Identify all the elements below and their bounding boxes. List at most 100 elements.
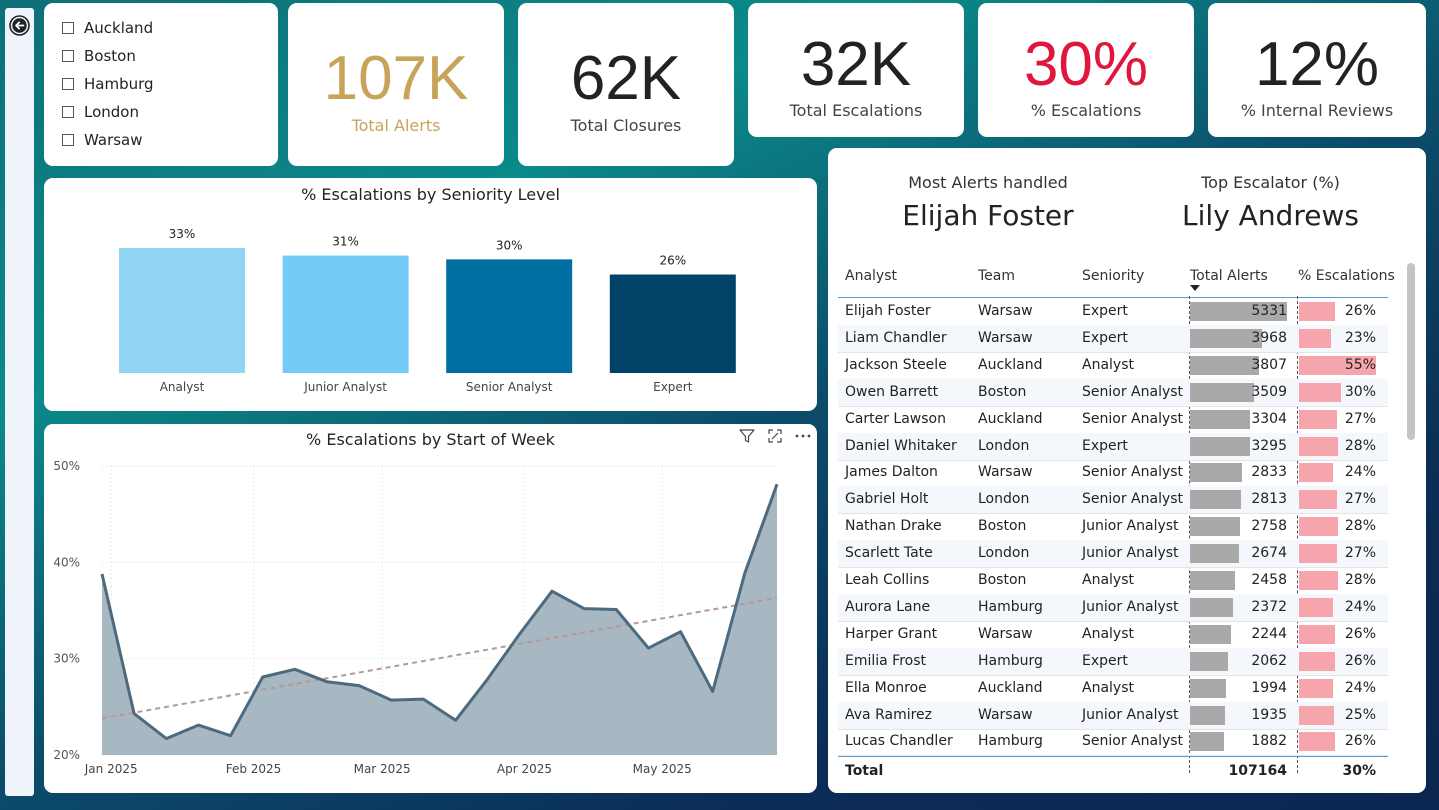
table-row[interactable]: Harper Grant Warsaw Analyst 2244 26% — [838, 621, 1388, 649]
top-escalator-value: Lily Andrews — [1182, 199, 1359, 232]
left-nav-bar — [5, 8, 34, 796]
checkbox[interactable] — [62, 22, 74, 34]
cell-pct-escalations: 26% — [1344, 733, 1376, 750]
table-row[interactable]: Elijah Foster Warsaw Expert 5331 26% — [838, 298, 1388, 326]
cell-analyst: Nathan Drake — [845, 518, 942, 535]
cell-pct-escalations: 26% — [1344, 652, 1376, 669]
table-row[interactable]: Leah Collins Boston Analyst 2458 28% — [838, 567, 1388, 595]
alerts-databar — [1190, 490, 1242, 510]
table-row[interactable]: Ella Monroe Auckland Analyst 1994 24% — [838, 675, 1388, 703]
checkbox[interactable] — [62, 134, 74, 146]
cell-pct-escalations: 26% — [1344, 303, 1376, 319]
cell-total-alerts: 2244 — [1251, 625, 1287, 642]
header-seniority[interactable]: Seniority — [1082, 268, 1144, 284]
cell-pct-escalations: 24% — [1344, 679, 1376, 696]
kpi-label: % Escalations — [1030, 101, 1142, 120]
cell-total-alerts: 2833 — [1251, 464, 1287, 481]
cell-analyst: Scarlett Tate — [845, 545, 933, 562]
alerts-databar — [1190, 651, 1228, 671]
cell-pct-escalations: 28% — [1344, 437, 1376, 454]
kpi-label: % Internal Reviews — [1240, 101, 1394, 120]
y-tick-label: 20% — [53, 748, 80, 762]
cell-team: Hamburg — [978, 598, 1043, 615]
bar-analyst[interactable] — [119, 248, 245, 373]
table-row[interactable]: Aurora Lane Hamburg Junior Analyst 2372 24% — [838, 593, 1388, 622]
slicer-item-auckland[interactable]: Auckland — [62, 18, 153, 38]
category-label: Senior Analyst — [466, 380, 553, 394]
cell-team: Boston — [978, 572, 1027, 588]
header-pct-escalations[interactable]: % Escalations — [1298, 268, 1395, 284]
table-row[interactable]: Lucas Chandler Hamburg Senior Analyst 1882 2… — [838, 728, 1388, 757]
kpi-total-alerts: 107K Total Alerts — [288, 3, 504, 166]
kpi-total-escalations: 32K Total Escalations — [748, 3, 964, 137]
table-scrollbar[interactable] — [1407, 263, 1415, 440]
cell-analyst: Emilia Frost — [845, 652, 927, 669]
slicer-item-warsaw[interactable]: Warsaw — [62, 130, 143, 150]
kpi-value: 32K — [800, 30, 912, 99]
alerts-databar — [1190, 355, 1260, 375]
cell-analyst: Lucas Chandler — [845, 733, 953, 750]
cell-analyst: Carter Lawson — [845, 410, 946, 427]
cell-team: Auckland — [978, 679, 1043, 696]
escalation-databar — [1299, 517, 1339, 537]
checkbox[interactable] — [62, 78, 74, 90]
table-row[interactable]: Carter Lawson Auckland Senior Analyst 3304 2… — [838, 406, 1388, 434]
cell-seniority: Junior Analyst — [1082, 545, 1179, 562]
kpi-total-closures: 62K Total Closures — [518, 3, 734, 166]
table-row[interactable]: Liam Chandler Warsaw Expert 3968 23% — [838, 324, 1388, 353]
table-row[interactable]: Owen Barrett Boston Senior Analyst 3509 30% — [838, 378, 1388, 407]
escalation-databar — [1299, 678, 1333, 698]
x-tick-label: Feb 2025 — [226, 762, 282, 776]
alerts-databar — [1190, 624, 1231, 644]
header-team[interactable]: Team — [978, 268, 1015, 284]
table-row[interactable]: Emilia Frost Hamburg Expert 2062 26% — [838, 647, 1388, 676]
slicer-item-hamburg[interactable]: Hamburg — [62, 74, 154, 94]
kpi-value: 12% — [1254, 30, 1380, 99]
cell-analyst: Ava Ramirez — [845, 706, 933, 723]
escalation-databar — [1299, 409, 1337, 429]
cell-team: Auckland — [978, 356, 1043, 373]
cell-total-alerts: 3968 — [1251, 329, 1287, 346]
total-label: Total — [845, 763, 884, 779]
slicer-item-label: London — [84, 103, 139, 121]
bar-junior-analyst[interactable] — [282, 255, 409, 373]
table-row[interactable]: Scarlett Tate London Junior Analyst 2674 27% — [838, 540, 1388, 569]
cell-total-alerts: 3509 — [1251, 383, 1287, 400]
seniority-bar-chart: % Escalations by Seniority Level 33% Anal… — [44, 178, 817, 411]
table-row[interactable]: Ava Ramirez Warsaw Junior Analyst 1935 25% — [838, 701, 1388, 730]
data-label: 33% — [169, 227, 196, 241]
table-row[interactable]: Gabriel Holt London Senior Analyst 2813 27% — [838, 486, 1388, 515]
bar-expert[interactable] — [609, 274, 736, 373]
header-total-alerts[interactable]: Total Alerts — [1190, 268, 1268, 284]
slicer-item-boston[interactable]: Boston — [62, 46, 136, 66]
kpi-pct-internal-reviews: 12% % Internal Reviews — [1208, 3, 1426, 137]
table-row[interactable]: James Dalton Warsaw Senior Analyst 2833 24% — [838, 459, 1388, 488]
cell-seniority: Expert — [1082, 437, 1128, 454]
escalation-databar — [1299, 732, 1336, 752]
alerts-databar — [1190, 678, 1227, 698]
table-row[interactable]: Jackson Steele Auckland Analyst 3807 55% — [838, 352, 1388, 380]
cell-analyst: Leah Collins — [845, 572, 930, 588]
header-analyst[interactable]: Analyst — [845, 268, 897, 284]
slicer-item-label: Hamburg — [84, 75, 154, 93]
bar-senior-analyst[interactable] — [446, 259, 573, 373]
checkbox[interactable] — [62, 106, 74, 118]
area-fill — [102, 484, 777, 755]
bar-chart-svg: 33% Analyst 31% Junior Analyst 30% Senior Ana… — [119, 227, 736, 394]
y-tick-label: 30% — [53, 652, 80, 666]
table-row[interactable]: Nathan Drake Boston Junior Analyst 2758 28% — [838, 513, 1388, 542]
cell-analyst: James Dalton — [845, 464, 938, 481]
alerts-databar — [1190, 517, 1241, 537]
back-arrow-icon[interactable] — [9, 15, 30, 36]
checkbox[interactable] — [62, 50, 74, 62]
cell-total-alerts: 3304 — [1251, 410, 1287, 427]
alerts-databar — [1190, 409, 1251, 429]
top-escalator-label: Top Escalator (%) — [1201, 173, 1340, 192]
cell-analyst: Ella Monroe — [845, 679, 927, 696]
escalation-databar — [1299, 651, 1336, 671]
cell-team: Warsaw — [978, 625, 1033, 642]
slicer-item-label: Warsaw — [84, 131, 143, 149]
slicer-item-london[interactable]: London — [62, 102, 139, 122]
cell-pct-escalations: 23% — [1344, 329, 1376, 346]
table-row[interactable]: Daniel Whitaker London Expert 3295 28% — [838, 432, 1388, 461]
